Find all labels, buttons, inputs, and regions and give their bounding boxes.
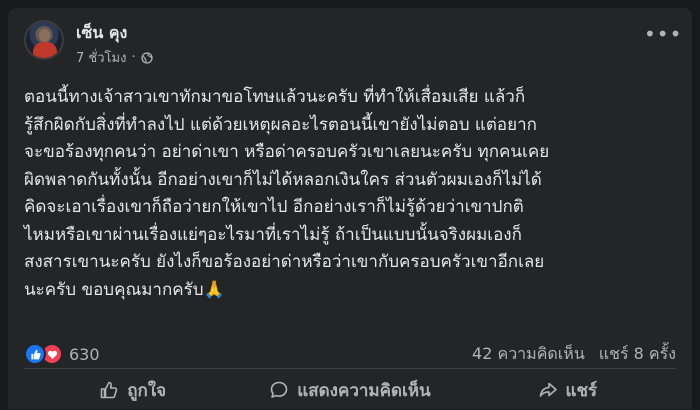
comment-count[interactable]: 42 ความคิดเห็น (472, 342, 585, 367)
post-header: เซ็น คุง 7 ชั่วโมง · ••• (24, 18, 681, 74)
avatar-figure-head (39, 29, 50, 42)
avatar-figure-body (33, 42, 57, 58)
meta-separator: · (131, 50, 136, 65)
thumbs-up-icon (100, 381, 118, 399)
comment-button-label: แสดงความคิดเห็น (297, 380, 431, 401)
post-stats: 630 42 ความคิดเห็น แชร์ 8 ครั้ง (24, 340, 676, 367)
reaction-count: 630 (69, 344, 100, 364)
globe-icon[interactable] (140, 51, 153, 64)
author-avatar[interactable] (24, 20, 64, 60)
share-count[interactable]: แชร์ 8 ครั้ง (599, 342, 676, 367)
more-options-icon[interactable]: ••• (644, 24, 681, 48)
post-meta: 7 ชั่วโมง · (76, 47, 153, 68)
post-card: เซ็น คุง 7 ชั่วโมง · ••• ตอนนี้ทางเจ้าสา… (8, 8, 692, 409)
comment-icon (270, 381, 288, 398)
comment-button[interactable]: แสดงความคิดเห็น (241, 370, 458, 410)
share-button[interactable]: แชร์ (459, 370, 676, 410)
like-button[interactable]: ถูกใจ (24, 370, 241, 410)
share-icon (539, 382, 557, 397)
post-text: ตอนนี้ทางเจ้าสาวเขาทักมาขอโทษแล้วนะครับ … (24, 87, 550, 300)
engagement-counts: 42 ความคิดเห็น แชร์ 8 ครั้ง (472, 342, 676, 367)
post-time[interactable]: 7 ชั่วโมง (76, 47, 126, 68)
reaction-summary[interactable]: 630 (24, 343, 100, 365)
author-name[interactable]: เซ็น คุง (76, 21, 127, 46)
like-button-label: ถูกใจ (127, 380, 167, 401)
post-actions: ถูกใจ แสดงความคิดเห็น แชร์ (24, 370, 676, 410)
actions-divider (24, 368, 676, 369)
like-reaction-icon (24, 343, 46, 365)
share-button-label: แชร์ (565, 380, 598, 401)
